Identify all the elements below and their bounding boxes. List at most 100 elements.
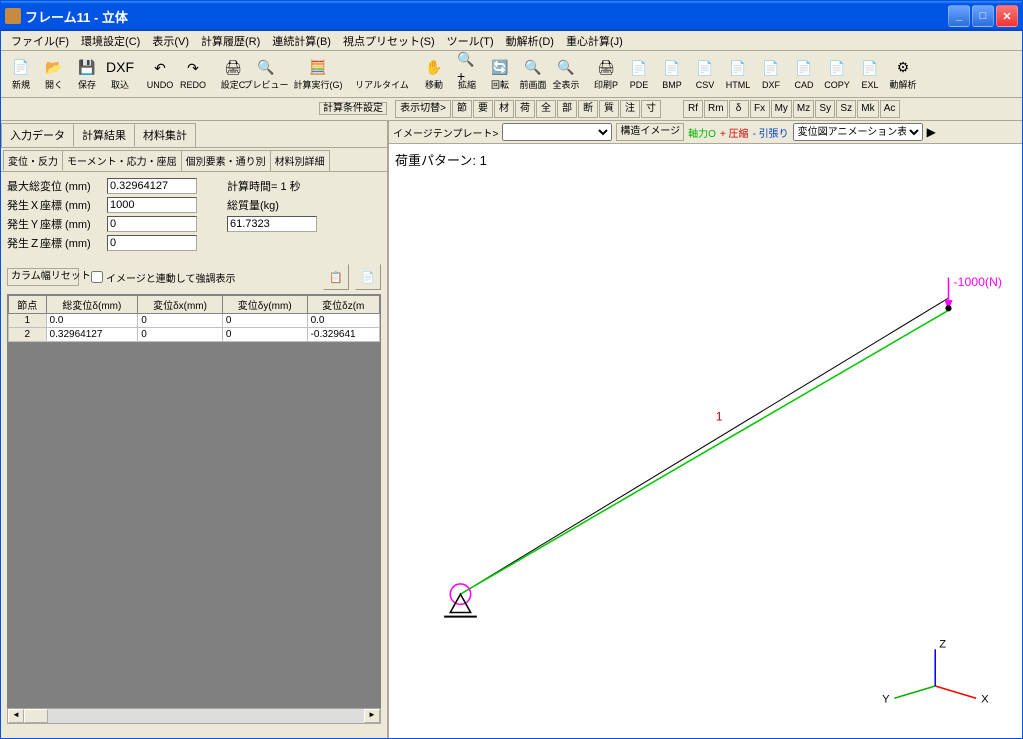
tab-計算結果[interactable]: 計算結果 [73, 123, 135, 147]
toolbar-開く[interactable]: 📂開く [38, 54, 70, 94]
toolbar-UNDO[interactable]: ↶UNDO [144, 54, 176, 94]
subtab-3[interactable]: 材料別詳細 [270, 150, 330, 171]
subtab-2[interactable]: 個別要素・通り別 [181, 150, 271, 171]
svg-text:X: X [981, 693, 989, 705]
subbar-全[interactable]: 全 [536, 100, 556, 118]
load-pattern-label: 荷重パターン: 1 [395, 150, 487, 169]
tab-入力データ[interactable]: 入力データ [1, 123, 74, 147]
subbar-Rf[interactable]: Rf [683, 100, 703, 118]
toolbar-印刷P[interactable]: 🖨印刷P [590, 54, 622, 94]
toolbar-REDO[interactable]: ↷REDO [177, 54, 209, 94]
export-icon-button[interactable]: 📄 [355, 264, 381, 290]
toolbar-プレビュー[interactable]: 🔍プレビュー [250, 54, 282, 94]
toolbar-拡縮[interactable]: 🔍+拡縮 [451, 54, 483, 94]
close-button[interactable]: ✕ [996, 5, 1018, 27]
display-mode-select[interactable]: 変位図アニメーション表示 [793, 123, 923, 141]
menu-item[interactable]: 計算履歴(R) [195, 31, 266, 51]
struct-image-button[interactable]: 構造イメージ [616, 123, 684, 141]
toolbar-回転[interactable]: 🔄回転 [484, 54, 516, 94]
subbar-Ac[interactable]: Ac [880, 100, 900, 118]
subbar-Sy[interactable]: Sy [815, 100, 835, 118]
toolbar-保存[interactable]: 💾保存 [71, 54, 103, 94]
subbar-Sz[interactable]: Sz [836, 100, 856, 118]
subbar-Mz[interactable]: Mz [793, 100, 814, 118]
menu-item[interactable]: 重心計算(J) [560, 31, 629, 51]
toolbar-CSV[interactable]: 📄CSV [689, 54, 721, 94]
menu-item[interactable]: 環境設定(C) [75, 31, 146, 51]
subtab-1[interactable]: モーメント・応力・座屈 [62, 150, 182, 171]
col-header[interactable]: 節点 [9, 296, 47, 314]
menu-item[interactable]: ツール(T) [441, 31, 500, 51]
subbar-断[interactable]: 断 [578, 100, 598, 118]
subbar-注[interactable]: 注 [620, 100, 640, 118]
x-coord-input[interactable] [107, 197, 197, 213]
max-disp-input[interactable] [107, 178, 197, 194]
col-header[interactable]: 変位δy(mm) [222, 296, 307, 314]
toolbar-COPY[interactable]: 📄COPY [821, 54, 853, 94]
col-header[interactable]: 総変位δ(mm) [46, 296, 138, 314]
toolbar-BMP[interactable]: 📄BMP [656, 54, 688, 94]
menu-item[interactable]: 視点プリセット(S) [337, 31, 441, 51]
toolbar-リアルタイム[interactable]: リアルタイム [354, 54, 410, 94]
menubar: ファイル(F)環境設定(C)表示(V)計算履歴(R)連続計算(B)視点プリセット… [1, 31, 1022, 51]
subbar-δ[interactable]: δ [729, 100, 749, 118]
max-disp-label: 最大総変位 (mm) [7, 178, 107, 194]
toolbar-icon: 📄 [629, 59, 649, 79]
copy-icon-button[interactable]: 📋 [323, 264, 349, 290]
toolbar-EXL[interactable]: 📄EXL [854, 54, 886, 94]
table-row[interactable]: 20.3296412700-0.329641 [9, 328, 380, 342]
subbar-材[interactable]: 材 [494, 100, 514, 118]
result-subtabs: 変位・反力モーメント・応力・座屈個別要素・通り別材料別詳細 [1, 148, 387, 172]
minimize-button[interactable]: _ [948, 5, 970, 27]
subtab-0[interactable]: 変位・反力 [3, 150, 63, 171]
maximize-button[interactable]: □ [972, 5, 994, 27]
toolbar-DXF[interactable]: 📄DXF [755, 54, 787, 94]
toolbar-icon: 🔍+ [457, 57, 477, 77]
subbar-部[interactable]: 部 [557, 100, 577, 118]
toolbar-PDE[interactable]: 📄PDE [623, 54, 655, 94]
toolbar-動解析[interactable]: ⚙動解析 [887, 54, 919, 94]
horizontal-scrollbar[interactable]: ◄► [7, 708, 381, 724]
subbar-My[interactable]: My [771, 100, 792, 118]
subbar-Rm[interactable]: Rm [704, 100, 728, 118]
subbar-荷[interactable]: 荷 [515, 100, 535, 118]
subbar-節[interactable]: 節 [452, 100, 472, 118]
y-coord-input[interactable] [107, 216, 197, 232]
left-panel: 入力データ計算結果材料集計 変位・反力モーメント・応力・座屈個別要素・通り別材料… [1, 121, 389, 738]
toolbar-CAD[interactable]: 📄CAD [788, 54, 820, 94]
sync-highlight-check[interactable]: イメージと連動して強調表示 [91, 270, 236, 285]
toolbar-icon: 🧮 [308, 57, 328, 77]
toolbar-計算実行(G)[interactable]: 🧮計算実行(G) [290, 54, 346, 94]
template-select[interactable] [502, 123, 612, 141]
table-row[interactable]: 10.0000.0 [9, 314, 380, 328]
model-canvas[interactable]: 荷重パターン: 1 -1000(N) 1 [389, 144, 1022, 738]
subbar-Fx[interactable]: Fx [750, 100, 770, 118]
subbar-表示切替>[interactable]: 表示切替> [395, 100, 451, 118]
col-reset-button[interactable]: カラム幅リセット [7, 268, 79, 286]
toolbar-新規[interactable]: 📄新規 [5, 54, 37, 94]
menu-item[interactable]: 連続計算(B) [266, 31, 337, 51]
toolbar-icon: 🔍 [256, 57, 276, 77]
menu-item[interactable]: 表示(V) [146, 31, 195, 51]
play-button[interactable]: ▶ [927, 125, 936, 139]
subbar-質[interactable]: 質 [599, 100, 619, 118]
menu-item[interactable]: 動解析(D) [500, 31, 560, 51]
result-table[interactable]: 節点総変位δ(mm)変位δx(mm)変位δy(mm)変位δz(m 10.0000… [7, 294, 381, 343]
legend-compression: + 圧縮 [720, 125, 749, 140]
toolbar-全表示[interactable]: 🔍全表示 [550, 54, 582, 94]
z-coord-input[interactable] [107, 235, 197, 251]
col-header[interactable]: 変位δx(mm) [138, 296, 223, 314]
col-header[interactable]: 変位δz(m [307, 296, 379, 314]
mass-input[interactable] [227, 216, 317, 232]
subbar-Mk[interactable]: Mk [857, 100, 878, 118]
tab-材料集計[interactable]: 材料集計 [134, 123, 196, 147]
calc-settings-button[interactable]: 計算条件設定 [319, 102, 387, 115]
subbar-要[interactable]: 要 [473, 100, 493, 118]
subbar-[interactable] [662, 100, 682, 118]
menu-item[interactable]: ファイル(F) [5, 31, 75, 51]
toolbar-移動[interactable]: ✋移動 [418, 54, 450, 94]
subbar-寸[interactable]: 寸 [641, 100, 661, 118]
toolbar-HTML[interactable]: 📄HTML [722, 54, 754, 94]
toolbar-前画面[interactable]: 🔍前画面 [517, 54, 549, 94]
toolbar-取込[interactable]: DXF取込 [104, 54, 136, 94]
